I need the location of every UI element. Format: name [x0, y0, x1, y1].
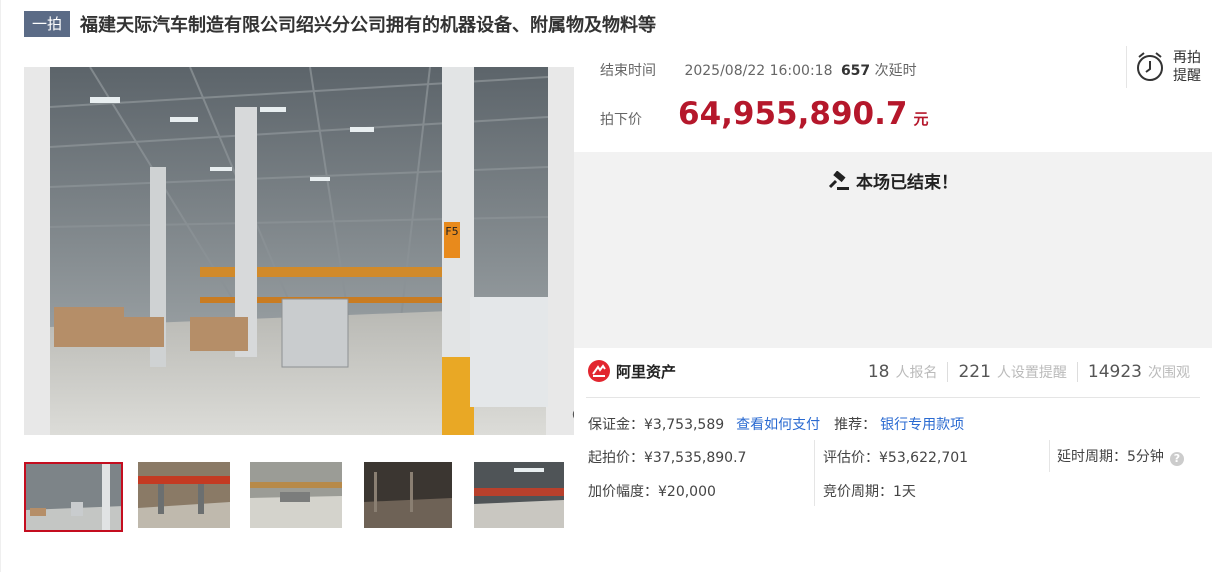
stat-label: 人报名	[895, 365, 938, 381]
how-to-pay-link[interactable]: 查看如何支付	[736, 414, 820, 434]
thumbnail-5[interactable]	[474, 462, 573, 532]
deposit-row: 保证金：¥3,753,589 查看如何支付 推荐： 银行专用款项	[588, 414, 964, 434]
bank-payment-link[interactable]: 银行专用款项	[880, 414, 964, 434]
auction-info-panel: 结束时间 2025/08/22 16:00:18 657 次延时 拍下价 64,…	[574, 46, 1212, 398]
remind-label: 再拍提醒	[1173, 50, 1201, 84]
delay-suffix: 次延时	[874, 63, 917, 79]
bid-period: 竞价周期：1天	[823, 484, 916, 500]
stat-number: 18	[867, 362, 890, 382]
stat-number: 14923	[1087, 362, 1142, 382]
price-row: 拍下价 64,955,890.7 元	[600, 96, 928, 132]
price-unit: 元	[913, 110, 929, 128]
stat-list: 18 人报名 221 人设置提醒 14923 次围观	[858, 362, 1200, 382]
thumbnail-4[interactable]	[364, 462, 463, 532]
recommend-label: 推荐：	[834, 417, 877, 433]
page-left-border	[0, 0, 1, 572]
delay-period-cell: 延时周期：5分钟?	[1057, 446, 1184, 466]
divider	[1049, 440, 1050, 472]
stat-number: 221	[958, 362, 991, 382]
start-price: 起拍价：¥37,535,890.7	[588, 450, 747, 466]
bid-increment: 加价幅度：¥20,000	[588, 484, 716, 500]
platform-name: 阿里资产	[616, 362, 677, 381]
stat-reminders: 221 人设置提醒	[947, 362, 1076, 382]
end-time-label: 结束时间	[600, 63, 656, 79]
auction-details-grid: 起拍价：¥37,535,890.7 加价幅度：¥20,000 评估价：¥53,6…	[588, 440, 1200, 508]
thumbnail-1[interactable]	[24, 462, 123, 532]
final-price: 64,955,890.7	[678, 96, 908, 132]
delay-count: 657	[840, 63, 871, 79]
delay-period: 延时周期：5分钟	[1057, 449, 1164, 465]
stat-label: 次围观	[1148, 365, 1190, 381]
end-time-value: 2025/08/22 16:00:18	[684, 63, 833, 79]
stat-registered: 18 人报名	[858, 362, 948, 382]
help-icon[interactable]: ?	[1169, 452, 1184, 466]
zoom-button[interactable]	[546, 407, 574, 435]
gavel-icon	[828, 170, 849, 190]
warehouse-photo: F5	[50, 67, 548, 435]
main-image[interactable]: F5	[24, 67, 574, 435]
remind-button[interactable]: 再拍提醒	[1126, 46, 1212, 88]
auction-ended-panel: 本场已结束！	[574, 152, 1212, 348]
pillar-sign: F5	[445, 225, 458, 238]
platform-logo: 阿里资产	[588, 360, 676, 382]
stats-row: 阿里资产 18 人报名 221 人设置提醒 14923 次围观	[586, 348, 1200, 398]
alarm-clock-icon	[1137, 52, 1163, 81]
thumbnail-strip	[24, 462, 574, 532]
ended-message: 本场已结束！	[856, 173, 958, 193]
magnifier-icon	[572, 410, 574, 419]
price-label: 拍下价	[600, 112, 642, 128]
title-row: 一拍 福建天际汽车制造有限公司绍兴分公司拥有的机器设备、附属物及物料等	[24, 11, 656, 37]
end-time-row: 结束时间 2025/08/22 16:00:18 657 次延时	[600, 60, 917, 80]
page-title: 福建天际汽车制造有限公司绍兴分公司拥有的机器设备、附属物及物料等	[80, 15, 657, 36]
ali-assets-icon	[588, 360, 610, 382]
divider	[814, 440, 815, 506]
thumbnail-2[interactable]	[138, 462, 237, 532]
stat-label: 人设置提醒	[996, 365, 1067, 381]
thumbnail-3[interactable]	[250, 462, 349, 532]
stat-views: 14923 次围观	[1076, 362, 1200, 382]
deposit-value: 保证金：¥3,753,589	[588, 417, 725, 433]
appraisal-price: 评估价：¥53,622,701	[823, 450, 969, 466]
auction-round-badge: 一拍	[24, 11, 71, 37]
